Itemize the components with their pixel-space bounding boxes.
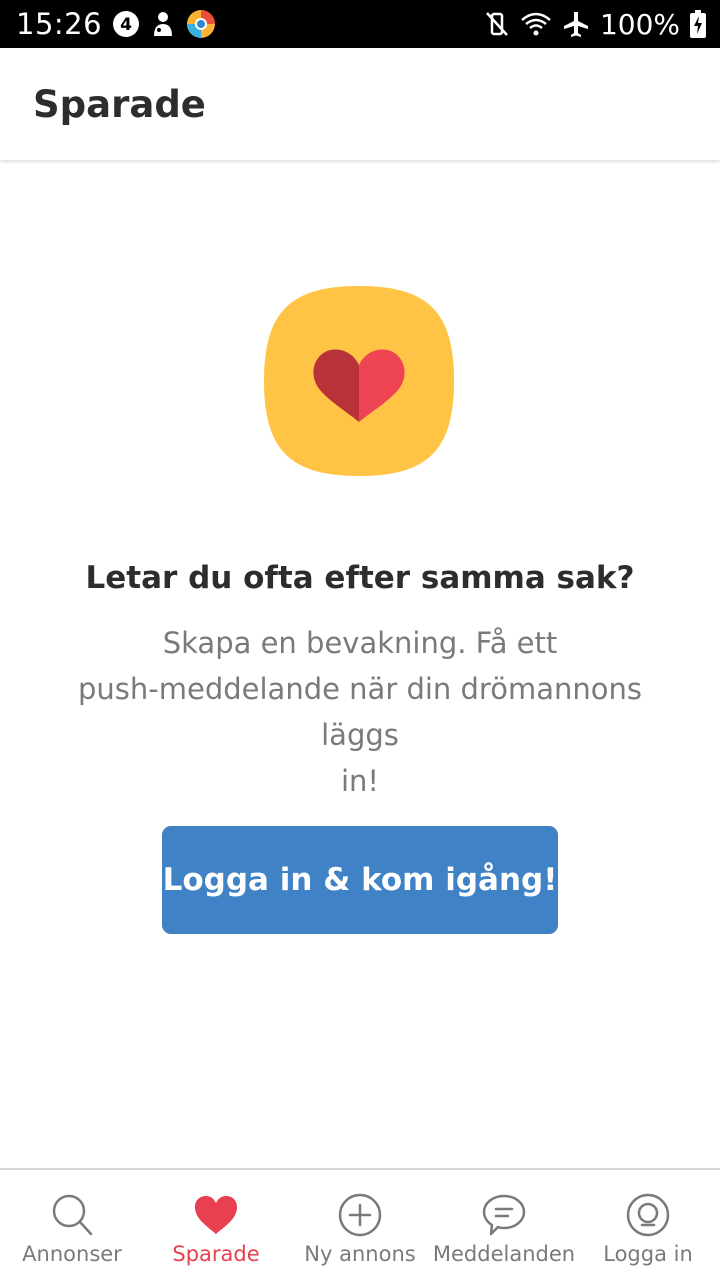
status-bar-left: 15:26 4 [16, 7, 216, 41]
plus-circle-icon [337, 1192, 383, 1238]
empty-state-heading: Letar du ofta efter samma sak? [85, 560, 635, 596]
empty-state-description-line: push-meddelande när din drömannons läggs [78, 672, 642, 752]
nav-item-label: Ny annons [304, 1242, 416, 1266]
empty-state-description: Skapa en bevakning. Få ett push-meddelan… [40, 620, 680, 804]
empty-state-description-line: in! [340, 764, 380, 798]
battery-charging-icon [690, 10, 706, 38]
nav-item-ny-annons[interactable]: Ny annons [288, 1170, 432, 1280]
status-bar-right: 100% [484, 8, 706, 41]
chat-bubble-icon [481, 1192, 527, 1238]
heart-icon [193, 1192, 239, 1238]
empty-state-description-line: Skapa en bevakning. Få ett [162, 626, 558, 660]
bottom-navigation: Annonser Sparade Ny annons Meddelanden L… [0, 1168, 720, 1280]
status-bar: 15:26 4 100% [0, 0, 720, 48]
app-bar: Sparade [0, 48, 720, 160]
svg-text:4: 4 [120, 15, 132, 35]
heart-icon [264, 286, 454, 476]
page-title: Sparade [33, 82, 206, 126]
battery-percentage: 100% [599, 7, 680, 41]
user-circle-icon [625, 1192, 671, 1238]
nav-item-label: Annonser [22, 1242, 122, 1266]
nav-item-sparade[interactable]: Sparade [144, 1170, 288, 1280]
app-notification-icon [150, 10, 176, 38]
search-icon [49, 1192, 95, 1238]
wifi-icon [520, 11, 552, 37]
saved-heart-illustration [260, 282, 458, 480]
nav-item-annonser[interactable]: Annonser [0, 1170, 144, 1280]
nav-item-logga-in[interactable]: Logga in [576, 1170, 720, 1280]
login-get-started-button[interactable]: Logga in & kom igång! [162, 826, 558, 934]
browser-notification-icon [186, 9, 216, 39]
airplane-mode-icon [562, 10, 590, 38]
notification-badge-4-icon: 4 [112, 10, 140, 38]
nav-item-label: Logga in [603, 1242, 693, 1266]
nav-item-label: Meddelanden [432, 1242, 576, 1266]
nav-item-meddelanden[interactable]: Meddelanden [432, 1170, 576, 1280]
status-time: 15:26 [16, 7, 103, 41]
vibrate-mute-icon [484, 10, 510, 38]
nav-item-label: Sparade [172, 1242, 260, 1266]
